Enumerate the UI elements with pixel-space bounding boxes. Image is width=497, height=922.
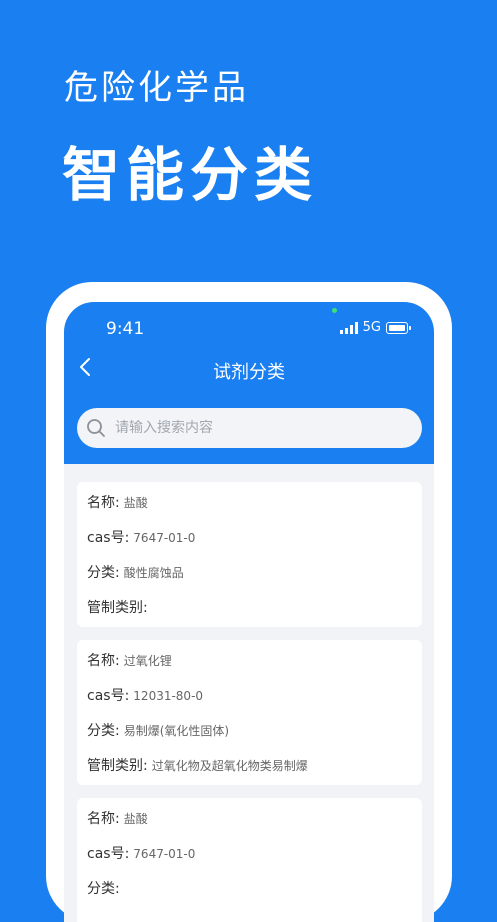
control-value: 过氧化物及超氧化物类易制爆 [151,759,308,773]
name-label: 名称: [87,495,120,511]
card-row-cas: cas号: 7647-01-0 [77,517,422,552]
network-type: 5G [362,320,381,335]
search-icon [87,419,105,437]
search-bar[interactable] [77,408,422,448]
card-row-cas: cas号: 7647-01-0 [77,833,422,868]
app-header: 9:41 5G 试剂分类 [64,302,434,464]
status-time: 9:41 [106,319,145,339]
battery-icon [386,321,411,334]
card-row-category: 分类: 酸性腐蚀品 [77,552,422,587]
card-row-cas: cas号: 12031-80-0 [77,675,422,710]
control-label: 管制类别: [87,600,148,616]
category-value: 易制爆(氧化性固体) [123,724,230,738]
category-value: 酸性腐蚀品 [123,566,184,580]
cas-value: 7647-01-0 [133,531,196,545]
card-row-name: 名称: 盐酸 [77,482,422,517]
cas-label: cas号: [87,846,130,862]
card-row-name: 名称: 过氧化锂 [77,640,422,675]
card-row-category: 分类: [77,868,422,903]
cas-value: 12031-80-0 [133,689,204,703]
cas-value: 7647-01-0 [133,847,196,861]
page-title: 试剂分类 [213,362,285,383]
name-label: 名称: [87,811,120,827]
category-label: 分类: [87,565,120,581]
name-label: 名称: [87,653,120,669]
category-label: 分类: [87,723,120,739]
name-value: 盐酸 [123,812,148,826]
chemical-card[interactable]: 名称: 过氧化锂 cas号: 12031-80-0 分类: 易制爆(氧化性固体) 管制… [77,640,422,785]
name-value: 盐酸 [123,496,148,510]
app-screen: 9:41 5G 试剂分类 名称:盐酸 cas号 [64,302,434,922]
chemical-card[interactable]: 名称: 盐酸 cas号: 7647-01-0 分类: [77,798,422,922]
control-label: 管制类别: [87,758,148,774]
cas-label: cas号: [87,530,130,546]
search-input[interactable] [113,419,397,437]
promo-title: 智能分类 [62,141,319,209]
card-row-control: 管制类别: [77,587,422,622]
card-row-category: 分类: 易制爆(氧化性固体) [77,710,422,745]
camera-indicator [332,308,337,313]
name-value: 过氧化锂 [123,654,172,668]
signal-icon [339,321,358,334]
promo-subtitle: 危险化学品 [64,68,249,108]
chemical-card[interactable]: 名称: 盐酸 cas号: 7647-01-0 分类: 酸性腐蚀品 管制类别: [77,482,422,627]
category-label: 分类: [87,881,120,897]
card-row-control: 管制类别: 过氧化物及超氧化物类易制爆 [77,745,422,780]
phone-frame: 9:41 5G 试剂分类 名称:盐酸 cas号 [46,282,452,922]
card-row-name: 名称: 盐酸 [77,798,422,833]
cas-label: cas号: [87,688,130,704]
status-indicators: 5G [339,320,411,335]
